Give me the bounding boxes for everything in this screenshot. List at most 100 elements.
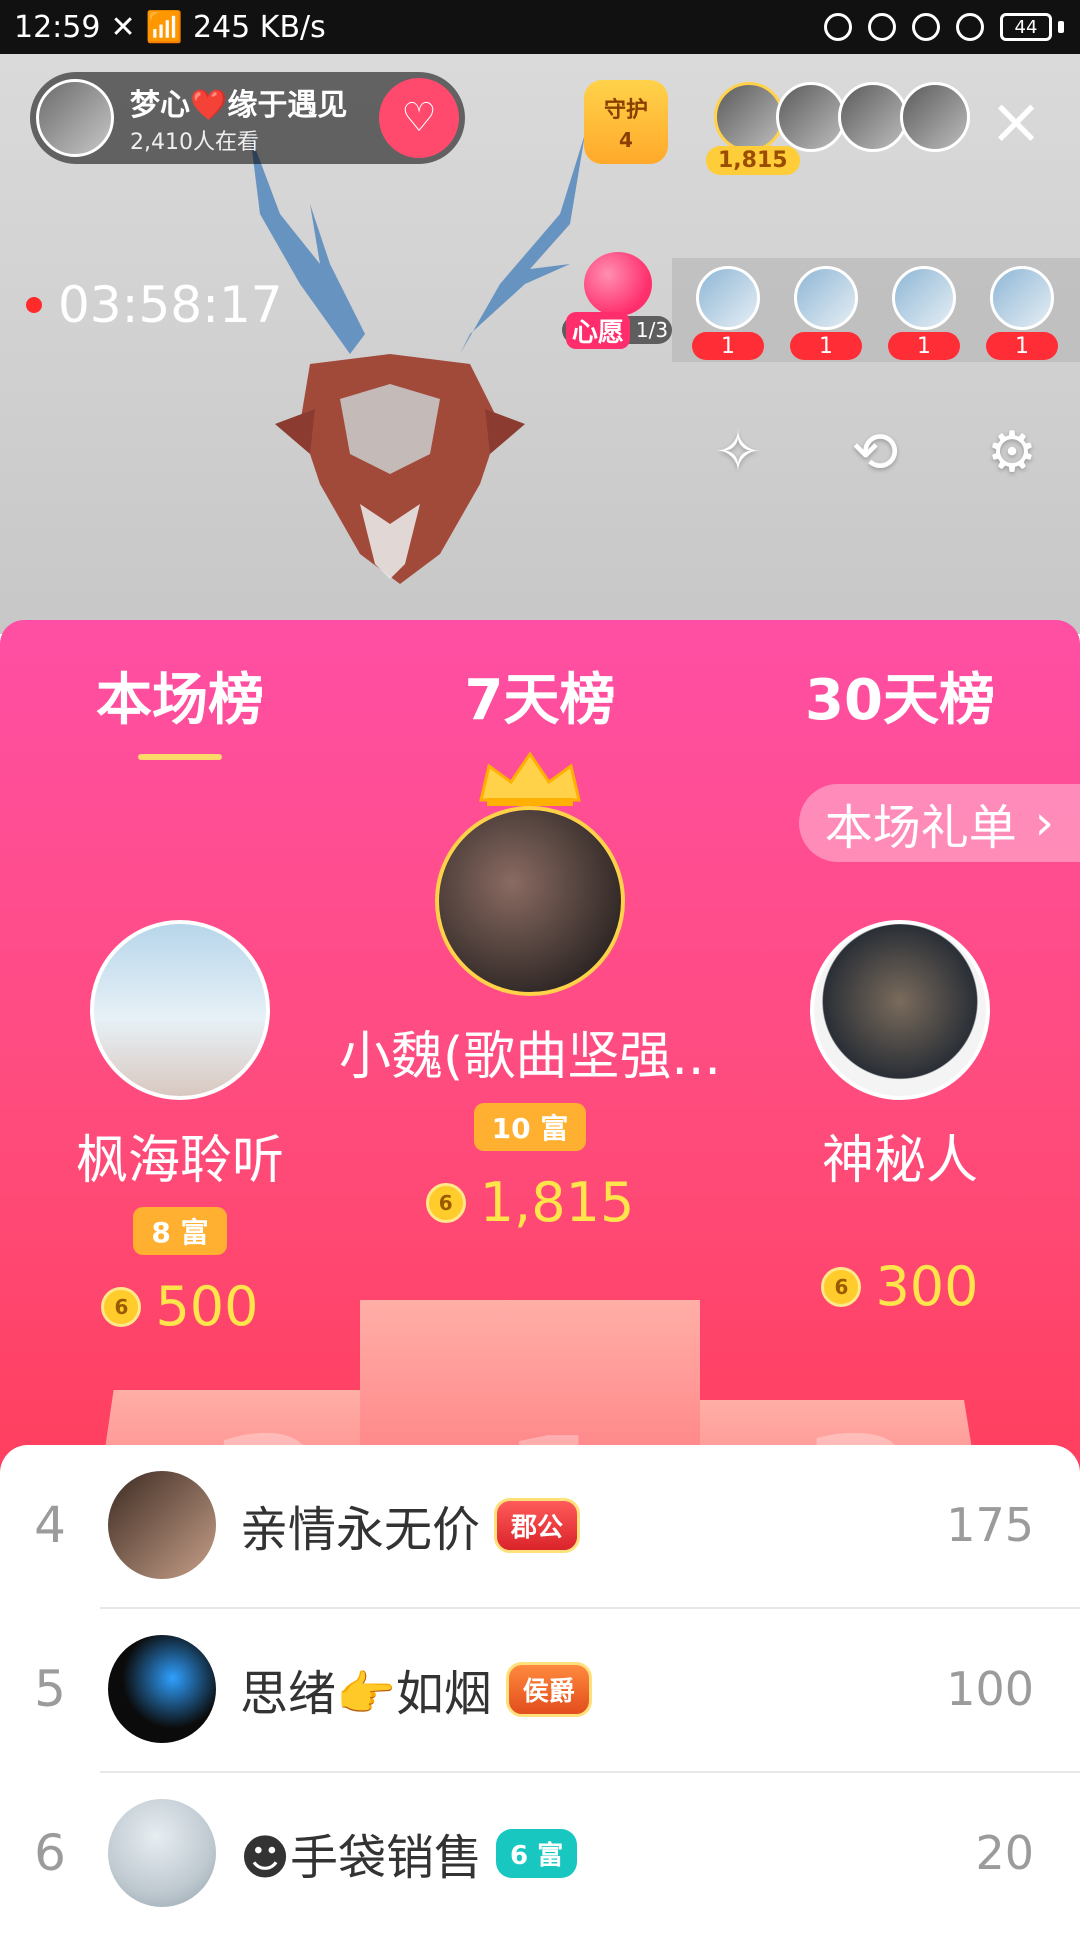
session-gift-list-button[interactable]: 本场礼单 ›	[798, 784, 1080, 862]
wish-progress: 心愿 1/3	[562, 311, 672, 349]
headphones-icon	[956, 13, 984, 41]
deer-head-decoration	[250, 134, 585, 584]
top-contribution-badge: 1,815	[706, 146, 800, 175]
wish-label: 心愿	[565, 311, 630, 349]
user-score: 20	[975, 1826, 1034, 1880]
notification-icon: ✕	[110, 9, 136, 45]
chevron-right-icon: ›	[1034, 795, 1054, 851]
title-badge: 侯爵	[505, 1661, 592, 1717]
user-score: 175	[946, 1498, 1034, 1552]
gift-sender[interactable]: 1	[888, 266, 960, 360]
winner-3-coin-value: 300	[875, 1255, 979, 1318]
user-score: 100	[946, 1662, 1034, 1716]
winner-2-coin-value: 500	[155, 1275, 259, 1338]
status-time: 12:59	[14, 9, 101, 45]
gift-senders-row[interactable]: 1 1 1 1	[672, 258, 1080, 362]
username-text: ☻手袋销售	[240, 1830, 483, 1886]
host-info: 梦心❤️缘于遇见 2,410人在看	[130, 80, 347, 156]
list-item[interactable]: 4 亲情永无价 郡公 175	[0, 1445, 1080, 1605]
wish-heart-icon	[584, 252, 652, 316]
heart-plus-icon: ♡	[401, 95, 437, 141]
gift-sender[interactable]: 1	[790, 266, 862, 360]
status-bar: 12:59 ✕ 📶 245 KB/s 44	[0, 0, 1080, 54]
gift-sender-avatar	[696, 266, 760, 330]
winner-1-avatar[interactable]	[435, 806, 625, 996]
user-avatar[interactable]	[108, 1471, 216, 1579]
viewer-count: 2,410人在看	[130, 130, 259, 155]
user-avatar[interactable]	[108, 1635, 216, 1743]
battery-tip	[1058, 21, 1064, 33]
live-stream-view[interactable]: 梦心❤️缘于遇见 2,410人在看 ♡ 守护 4 1,815 × 03:58:1…	[0, 54, 1080, 634]
gift-list-label: 本场礼单	[824, 800, 1017, 856]
podium-winner-1[interactable]: 小魏(歌曲坚强... 10 富 6 1,815	[330, 750, 730, 1234]
battery-level: 44	[1000, 13, 1052, 41]
switch-camera-button[interactable]: ⟲	[837, 414, 913, 490]
podium-winner-2[interactable]: 枫海聆听 8 富 6 500	[40, 920, 320, 1338]
podium-winner-3[interactable]: 神秘人 6 300	[760, 920, 1040, 1318]
host-name: 梦心❤️缘于遇见	[130, 88, 348, 123]
username: 思绪👉如烟 侯爵	[240, 1654, 592, 1724]
tab-7-days[interactable]: 7天榜	[360, 650, 720, 740]
viewer-avatar[interactable]	[776, 82, 846, 152]
wish-progress-value: 1/3	[635, 318, 669, 342]
gift-count-badge: 1	[692, 332, 764, 360]
alarm-icon	[912, 13, 940, 41]
host-avatar[interactable]	[36, 79, 114, 157]
status-right: 44	[824, 13, 1080, 41]
list-item[interactable]: 6 ☻手袋销售 6 富 20	[0, 1773, 1080, 1933]
rank-number: 4	[34, 1496, 66, 1554]
rank-number: 6	[34, 1824, 66, 1882]
gift-sender[interactable]: 1	[986, 266, 1058, 360]
magic-wand-icon: ✧	[714, 419, 762, 485]
coin-icon: 6	[101, 1286, 142, 1327]
status-left: 12:59 ✕ 📶 245 KB/s	[0, 10, 326, 45]
guard-badge[interactable]: 守护 4	[584, 80, 668, 164]
coin-icon: 6	[821, 1266, 862, 1307]
top-viewer-avatar[interactable]	[714, 82, 784, 152]
follow-button[interactable]: ♡	[379, 78, 459, 158]
settings-button[interactable]: ⚙	[974, 414, 1050, 490]
stream-tools: ✧ ⟲ ⚙	[700, 414, 1050, 494]
camera-switch-icon: ⟲	[851, 419, 899, 485]
viewer-avatar[interactable]	[900, 82, 970, 152]
lock-icon	[868, 13, 896, 41]
winner-3-name: 神秘人	[821, 1131, 978, 1191]
winner-1-coin-value: 1,815	[479, 1171, 635, 1234]
gift-sender-avatar	[990, 266, 1054, 330]
guard-label: 守护	[603, 98, 648, 123]
gift-sender-avatar	[794, 266, 858, 330]
rich-badge: 6 富	[496, 1828, 578, 1878]
viewer-avatar[interactable]	[838, 82, 908, 152]
recording-dot-icon	[26, 297, 42, 313]
winner-2-avatar[interactable]	[90, 920, 270, 1100]
username-text: 亲情永无价	[240, 1502, 481, 1558]
winner-2-coins: 6 500	[40, 1275, 320, 1338]
host-info-pill[interactable]: 梦心❤️缘于遇见 2,410人在看 ♡	[30, 72, 465, 164]
live-timer: 03:58:17	[26, 276, 283, 334]
wish-widget[interactable]: 心愿 1/3	[562, 252, 672, 349]
winner-1-rich-badge: 10 富	[473, 1103, 587, 1151]
username-text: 思绪👉如烟	[240, 1666, 492, 1722]
guard-count: 4	[619, 128, 633, 152]
gift-sender-avatar	[892, 266, 956, 330]
close-button[interactable]: ×	[988, 85, 1044, 159]
winner-3-coins: 6 300	[760, 1255, 1040, 1318]
network-speed: 245 KB/s	[192, 9, 326, 45]
battery-icon: 44	[1000, 13, 1064, 41]
user-avatar[interactable]	[108, 1799, 216, 1907]
wifi-icon: 📶	[145, 9, 183, 45]
winner-2-name: 枫海聆听	[75, 1131, 284, 1191]
ranking-list: 4 亲情永无价 郡公 175 5 思绪👉如烟 侯爵 100 6 ☻手袋销售 6 …	[0, 1445, 1080, 1920]
mute-icon	[824, 13, 852, 41]
magic-wand-button[interactable]: ✧	[700, 414, 776, 490]
list-item[interactable]: 5 思绪👉如烟 侯爵 100	[0, 1609, 1080, 1769]
crown-icon	[479, 751, 581, 806]
elapsed-time: 03:58:17	[58, 276, 283, 334]
tab-this-session[interactable]: 本场榜	[0, 650, 360, 760]
gift-count-badge: 1	[986, 332, 1058, 360]
winner-2-rich-badge: 8 富	[133, 1207, 227, 1255]
gift-sender[interactable]: 1	[692, 266, 764, 360]
tab-30-days[interactable]: 30天榜	[720, 650, 1080, 740]
winner-3-avatar[interactable]	[810, 920, 990, 1100]
ranking-tabs: 本场榜 7天榜 30天榜	[0, 650, 1080, 760]
